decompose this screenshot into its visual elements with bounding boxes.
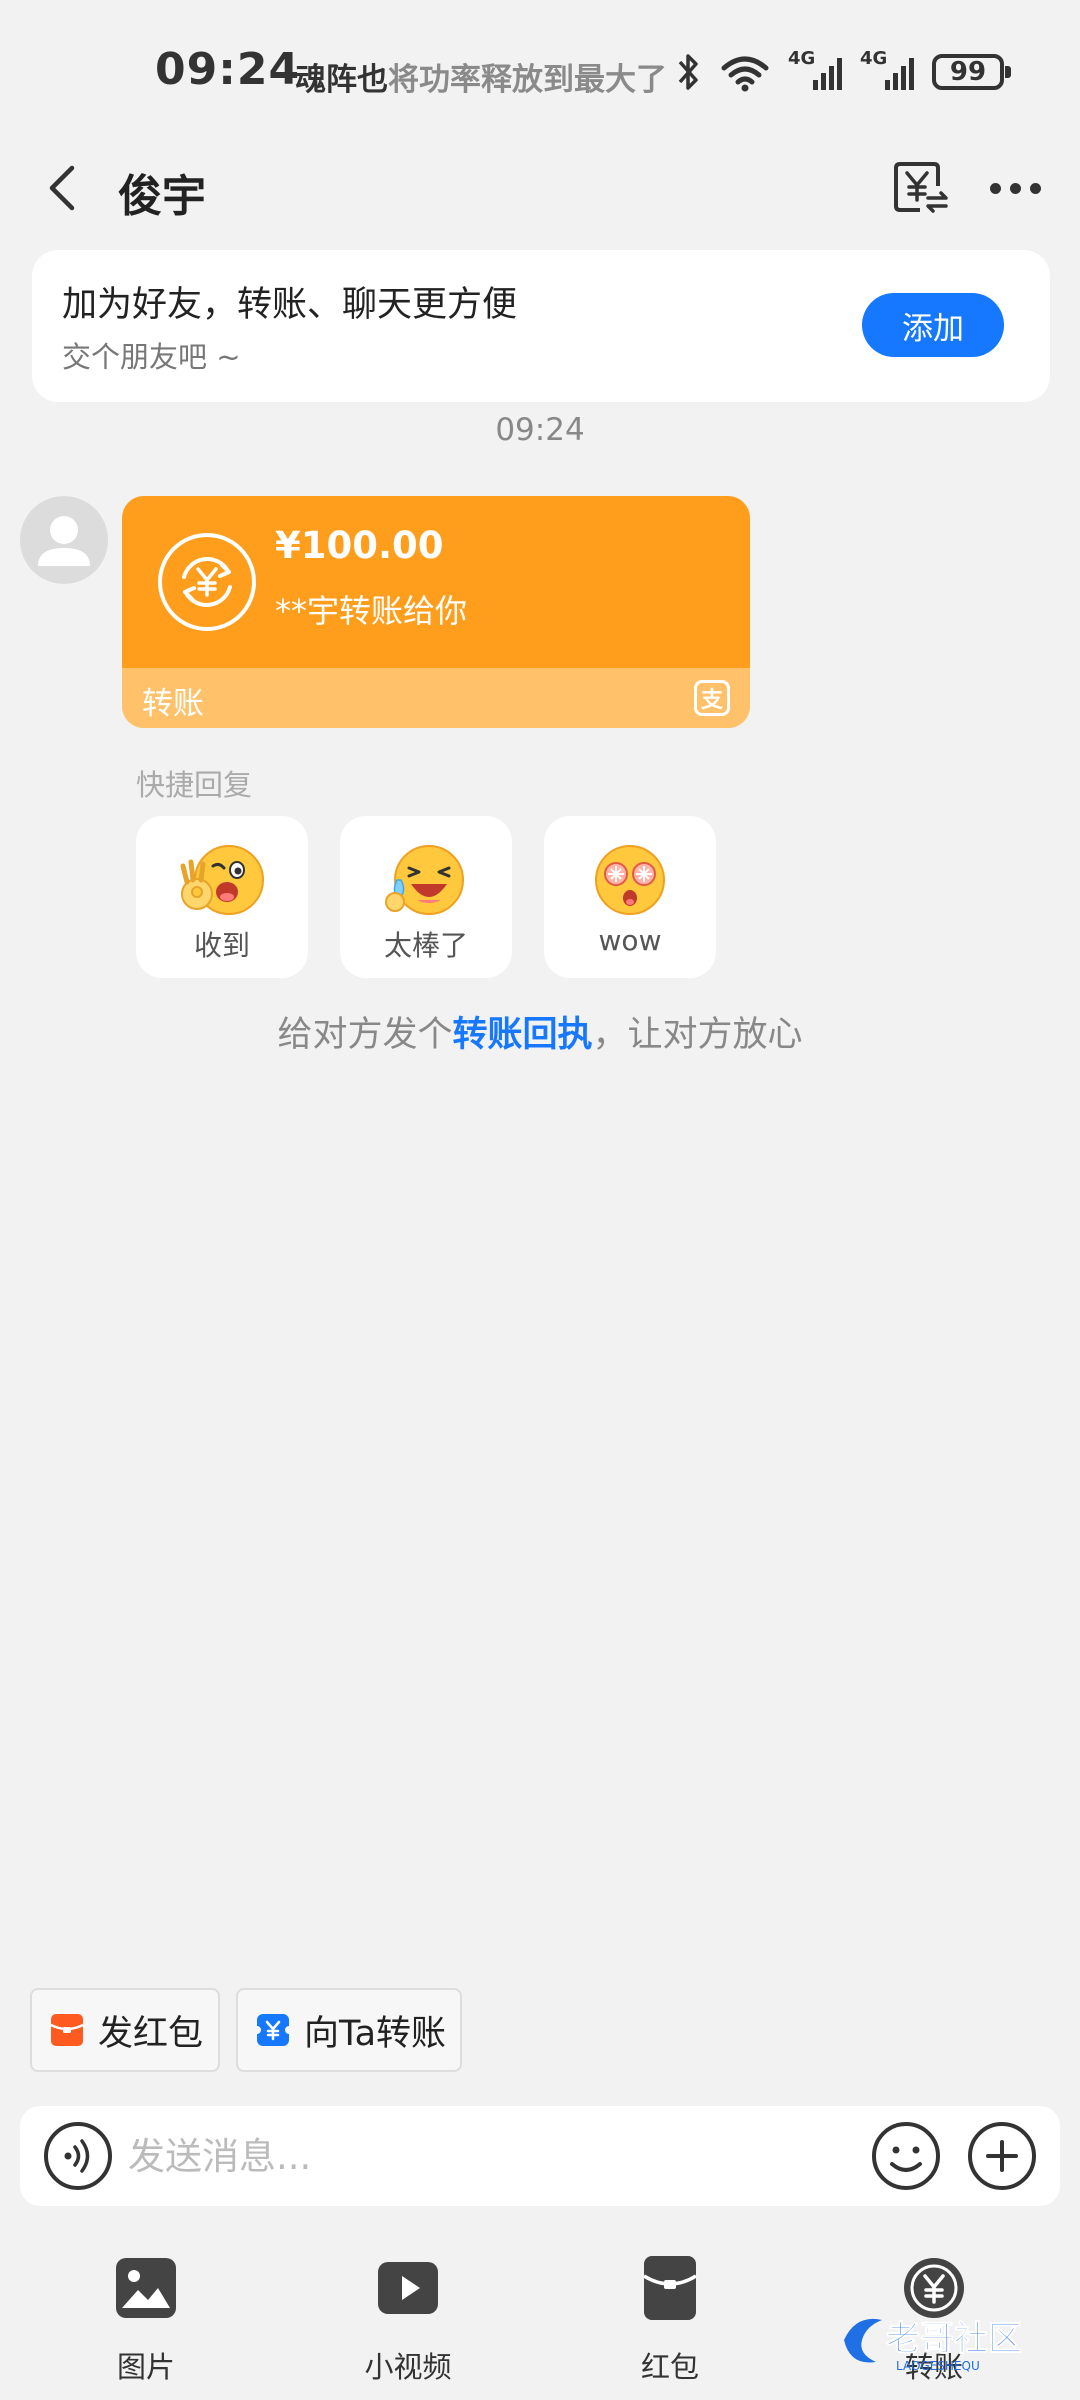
back-arrow-icon[interactable] (40, 162, 92, 214)
net-type-2: 4G (860, 48, 888, 69)
chat-title: 俊宇 (118, 171, 206, 222)
transfer-message-bubble[interactable]: ¥100.00 **宇转账给你 转账 支 (122, 496, 750, 728)
send-red-packet-label: 发红包 (98, 2013, 204, 2054)
transfer-description: **宇转账给你 (275, 592, 468, 630)
transfer-footer: 转账 支 (122, 668, 750, 728)
battery-icon: 99 (932, 54, 1011, 90)
crying-laughing-emoji-icon (385, 845, 464, 915)
video-icon (378, 2262, 438, 2314)
toolbar-red-packet[interactable]: 红包 (600, 2252, 740, 2384)
watermark-subtext: LAOGESHEQU (896, 2359, 980, 2373)
quick-reply-wow[interactable]: wow (544, 816, 716, 978)
receipt-tip-before: 给对方发个 (277, 1015, 453, 1055)
transfer-label: 转账 (142, 686, 204, 722)
transfer-receipt-link[interactable]: 转账回执 (452, 1015, 592, 1055)
battery-level: 99 (949, 57, 987, 87)
receipt-tip: 给对方发个转账回执，让对方放心 (0, 1006, 1080, 1057)
watermark-text: 老哥社区 (886, 2319, 1022, 2359)
toolbar-video[interactable]: 小视频 (338, 2252, 478, 2384)
add-friend-banner: 加为好友，转账、聊天更方便 交个朋友吧 ~ 添加 (32, 250, 1050, 402)
message-timestamp: 09:24 (495, 412, 585, 448)
quick-reply-label: 快捷回复 (136, 768, 253, 802)
receipt-tip-after: ，让对方放心 (592, 1015, 803, 1055)
wifi-icon (721, 56, 769, 92)
chat-header: 俊宇 (0, 150, 1080, 230)
quick-reply-great[interactable]: 太棒了 (340, 816, 512, 978)
status-icons: 4G 4G 99 (674, 48, 1011, 96)
quick-reply-label-wow: wow (598, 924, 662, 957)
status-time: 09:24 (155, 44, 301, 95)
transfer-yen-icon[interactable] (890, 156, 952, 218)
net-type-1: 4G (788, 48, 816, 69)
message-input-bar (20, 2106, 1060, 2206)
toolbar-photo[interactable]: 图片 (76, 2252, 216, 2384)
avatar[interactable] (20, 496, 108, 584)
message-input[interactable] (128, 2124, 868, 2188)
status-notice: 魂阵也将功率释放到最大了 (295, 54, 667, 99)
bluetooth-icon (678, 54, 698, 90)
voice-input-icon[interactable] (42, 2120, 114, 2192)
transfer-to-them-button[interactable]: 向Ta转账 (236, 1988, 462, 2072)
status-notice-part-b: 将功率释放到最大了 (388, 62, 667, 98)
quick-reply-received[interactable]: 收到 (136, 816, 308, 978)
default-avatar-icon (38, 516, 90, 566)
plus-icon[interactable] (966, 2120, 1038, 2192)
more-options-icon[interactable] (990, 170, 1050, 206)
watermark-logo: 老哥社区 LAOGESHEQU (844, 2319, 1023, 2373)
status-notice-part-a: 魂阵也 (295, 62, 388, 98)
status-bar: 09:24 魂阵也将功率释放到最大了 4G 4G 99 (0, 0, 1080, 140)
banner-subtitle: 交个朋友吧 ~ (62, 340, 241, 374)
starry-eyed-emoji-icon (595, 845, 665, 915)
image-icon (116, 2258, 176, 2318)
quick-reply-label-great: 太棒了 (383, 929, 468, 962)
cellular-signal-1-icon: 4G (788, 48, 842, 92)
toolbar-video-label: 小视频 (364, 2350, 452, 2384)
toolbar-photo-label: 图片 (116, 2350, 175, 2384)
ok-hand-emoji-icon (180, 845, 264, 915)
transfer-to-them-label: 向Ta转账 (304, 2013, 447, 2054)
transfer-coin-icon (158, 533, 256, 631)
quick-reply-label-received: 收到 (193, 929, 250, 962)
send-red-packet-button[interactable]: 发红包 (30, 1988, 220, 2072)
add-friend-button[interactable]: 添加 (862, 293, 1004, 357)
cellular-signal-2-icon: 4G (860, 48, 914, 92)
transfer-yen-badge-icon (256, 2014, 290, 2046)
banner-title: 加为好友，转账、聊天更方便 (62, 285, 518, 325)
red-packet-icon (50, 2014, 84, 2046)
emoji-icon[interactable] (870, 2120, 942, 2192)
alipay-logo-icon: 支 (694, 680, 730, 716)
red-envelope-icon (643, 2256, 697, 2320)
toolbar-red-packet-label: 红包 (640, 2350, 699, 2384)
transfer-amount: ¥100.00 (275, 524, 444, 567)
